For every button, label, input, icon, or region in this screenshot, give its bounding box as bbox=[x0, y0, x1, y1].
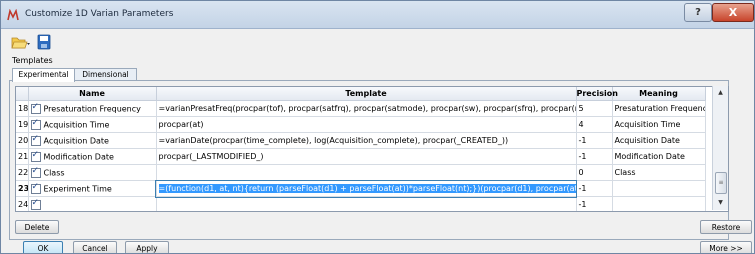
name-cell[interactable]: Experiment Time bbox=[28, 180, 157, 197]
column-header-rownum bbox=[16, 87, 29, 101]
row-number: 19 bbox=[16, 116, 29, 133]
delete-button[interactable]: Delete bbox=[15, 220, 59, 234]
title-bar: Customize 1D Varian Parameters ? X bbox=[1, 1, 754, 29]
template-cell[interactable] bbox=[156, 196, 577, 211]
row-number: 23 bbox=[16, 180, 29, 197]
name-text: Acquisition Time bbox=[43, 120, 110, 129]
meaning-cell[interactable] bbox=[612, 180, 706, 197]
column-header-meaning[interactable]: Meaning bbox=[612, 87, 706, 101]
table-row-selected[interactable]: 23 Experiment Time =(function(d1, at, nt… bbox=[16, 179, 706, 198]
name-cell[interactable] bbox=[28, 196, 157, 211]
precision-cell[interactable]: 4 bbox=[576, 116, 613, 133]
window-title: Customize 1D Varian Parameters bbox=[25, 9, 174, 19]
row-number: 22 bbox=[16, 164, 29, 181]
meaning-cell[interactable]: Presaturation Frequency bbox=[612, 100, 706, 117]
cancel-button[interactable]: Cancel bbox=[73, 241, 117, 253]
ok-button[interactable]: OK bbox=[23, 241, 63, 253]
row-number: 18 bbox=[16, 100, 29, 117]
precision-cell[interactable]: -1 bbox=[576, 132, 613, 149]
templates-label: Templates bbox=[12, 56, 53, 65]
scroll-thumb[interactable]: ≡ bbox=[715, 172, 727, 194]
help-button[interactable]: ? bbox=[684, 3, 712, 22]
scroll-down-arrow-icon[interactable]: ▼ bbox=[713, 196, 728, 210]
precision-cell[interactable]: -1 bbox=[576, 180, 613, 197]
row-checkbox[interactable] bbox=[30, 118, 41, 130]
meaning-cell[interactable] bbox=[612, 196, 706, 211]
name-cell[interactable]: Class bbox=[28, 164, 157, 181]
template-cell[interactable]: procpar(_LASTMODIFIED_) bbox=[156, 148, 577, 165]
templates-table: Name Template Precision Meaning 18 Presa… bbox=[15, 86, 729, 212]
row-checkbox[interactable] bbox=[30, 182, 41, 194]
dialog-window: Customize 1D Varian Parameters ? X Templ… bbox=[0, 0, 755, 254]
table-header-row: Name Template Precision Meaning bbox=[16, 87, 706, 101]
row-checkbox[interactable] bbox=[30, 198, 41, 210]
row-number: 20 bbox=[16, 132, 29, 149]
template-cell[interactable]: procpar(at) bbox=[156, 116, 577, 133]
row-checkbox[interactable] bbox=[30, 134, 41, 146]
template-cell[interactable]: =varianPresatFreq(procpar(tof), procpar(… bbox=[156, 100, 577, 117]
template-cell[interactable] bbox=[156, 164, 577, 181]
more-button[interactable]: More >> bbox=[700, 241, 752, 253]
template-cell[interactable]: =varianDate(procpar(time_complete), log(… bbox=[156, 132, 577, 149]
table-row[interactable]: 21 Modification Date procpar(_LASTMODIFI… bbox=[16, 148, 706, 165]
row-checkbox[interactable] bbox=[30, 102, 41, 114]
table-row[interactable]: 19 Acquisition Time procpar(at) 4 Acquis… bbox=[16, 116, 706, 133]
table-row[interactable]: 22 Class 0 Class bbox=[16, 164, 706, 181]
table-row[interactable]: 24 -1 bbox=[16, 196, 706, 211]
app-icon bbox=[7, 9, 19, 21]
name-cell[interactable]: Modification Date bbox=[28, 148, 157, 165]
template-edit-field[interactable]: =(function(d1, at, nt){return (parseFloa… bbox=[155, 179, 577, 198]
table-row[interactable]: 18 Presaturation Frequency =varianPresat… bbox=[16, 100, 706, 117]
row-number: 24 bbox=[16, 196, 29, 211]
precision-cell[interactable]: 5 bbox=[576, 100, 613, 117]
scroll-up-arrow-icon[interactable]: ▲ bbox=[713, 86, 728, 100]
column-header-name[interactable]: Name bbox=[28, 87, 157, 101]
name-text: Experiment Time bbox=[43, 184, 112, 193]
close-button[interactable]: X bbox=[712, 3, 754, 22]
row-checkbox[interactable] bbox=[30, 166, 41, 178]
vertical-scrollbar[interactable]: ▲ ≡ ▼ bbox=[712, 86, 728, 210]
template-selected-text[interactable]: =(function(d1, at, nt){return (parseFloa… bbox=[158, 184, 575, 193]
precision-cell[interactable]: 0 bbox=[576, 164, 613, 181]
meaning-cell[interactable]: Class bbox=[612, 164, 706, 181]
name-text: Class bbox=[43, 168, 65, 177]
meaning-cell[interactable]: Modification Date bbox=[612, 148, 706, 165]
meaning-cell[interactable]: Acquisition Date bbox=[612, 132, 706, 149]
row-number: 21 bbox=[16, 148, 29, 165]
column-header-template[interactable]: Template bbox=[156, 87, 577, 101]
precision-cell[interactable]: -1 bbox=[576, 196, 613, 211]
save-disk-icon[interactable] bbox=[37, 34, 51, 50]
row-checkbox[interactable] bbox=[30, 150, 41, 162]
precision-cell[interactable]: -1 bbox=[576, 148, 613, 165]
name-cell[interactable]: Acquisition Time bbox=[28, 116, 157, 133]
apply-button[interactable]: Apply bbox=[125, 241, 169, 253]
table-row[interactable]: 20 Acquisition Date =varianDate(procpar(… bbox=[16, 132, 706, 149]
tab-experimental[interactable]: Experimental bbox=[12, 68, 75, 82]
name-text: Presaturation Frequency bbox=[43, 104, 141, 113]
name-cell[interactable]: Acquisition Date bbox=[28, 132, 157, 149]
restore-button[interactable]: Restore bbox=[700, 220, 752, 234]
meaning-cell[interactable]: Acquisition Time bbox=[612, 116, 706, 133]
name-cell[interactable]: Presaturation Frequency bbox=[28, 100, 157, 117]
name-text: Acquisition Date bbox=[43, 136, 109, 145]
column-header-precision[interactable]: Precision bbox=[576, 87, 618, 101]
open-folder-icon[interactable] bbox=[11, 36, 31, 50]
name-text: Modification Date bbox=[43, 152, 114, 161]
